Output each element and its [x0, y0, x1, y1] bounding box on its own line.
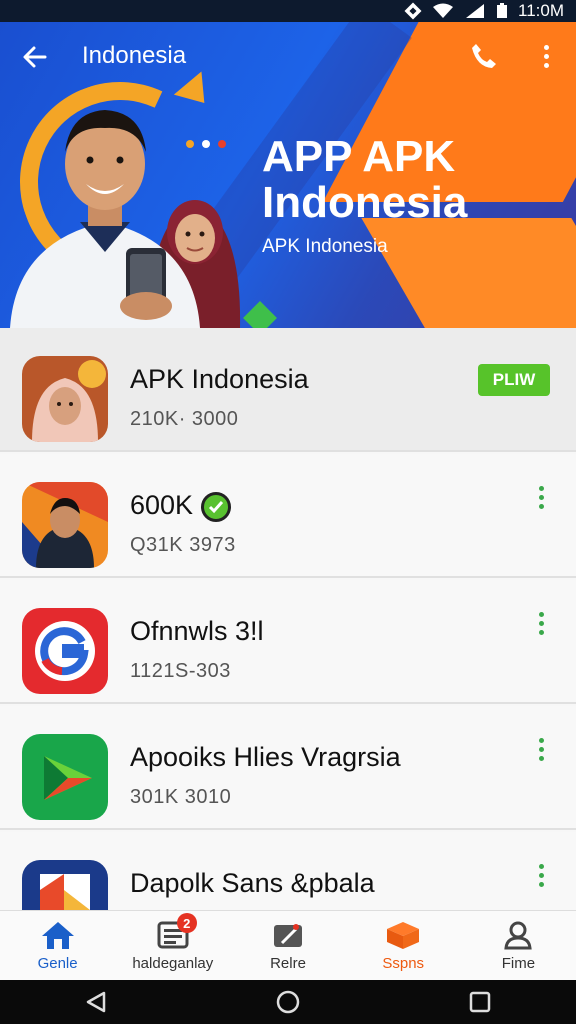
list-item[interactable]: Ofnnwls 3!l 1121S-303: [0, 580, 576, 704]
phone-icon: [472, 44, 496, 68]
list-item[interactable]: APK Indonesia 210K· 3000 PLIW: [0, 328, 576, 452]
promo-subtitle: APK Indonesia: [262, 236, 388, 257]
status-bar: 11:0M: [0, 0, 576, 22]
nav-item-box[interactable]: Sspns: [346, 911, 461, 980]
bottom-navigation: Genle 2 haldeganlay Relre Sspns Fime: [0, 910, 576, 980]
nav-label: Genle: [37, 955, 78, 972]
signal-icon: [464, 3, 486, 19]
battery-icon: [496, 3, 508, 19]
app-name: 600K: [130, 490, 232, 522]
nav-item-profile[interactable]: Fime: [461, 911, 576, 980]
triangle-back-icon: [86, 991, 106, 1013]
app-name: Apooiks Hlies Vragrsia: [130, 742, 401, 772]
man-illustration: [10, 110, 200, 328]
app-screen: 11:0M Indonesia APP APK Indonesia APK In…: [0, 0, 576, 1024]
banner-decoration: [361, 218, 576, 328]
app-list[interactable]: APK Indonesia 210K· 3000 PLIW 600K Q31K …: [0, 328, 576, 910]
app-meta: 301K 3010: [130, 786, 232, 808]
circle-home-icon: [276, 990, 300, 1014]
more-options-button[interactable]: [530, 734, 552, 764]
app-name: APK Indonesia: [130, 364, 309, 394]
app-name: Dapolk Sans &pbala: [130, 868, 375, 898]
nav-item-edit[interactable]: Relre: [230, 911, 345, 980]
nav-label: Fime: [501, 955, 536, 972]
app-icon: [22, 356, 108, 442]
app-icon: [22, 482, 108, 568]
app-icon: [22, 860, 108, 910]
edit-icon: [270, 919, 306, 951]
nav-label: Sspns: [382, 955, 425, 972]
box-icon: [385, 919, 421, 951]
news-icon: 2: [155, 913, 197, 951]
home-icon: [40, 919, 76, 951]
overflow-menu-button[interactable]: [532, 38, 560, 74]
app-icon: [22, 608, 108, 694]
call-button[interactable]: [466, 38, 502, 74]
nav-item-news[interactable]: 2 haldeganlay: [115, 911, 230, 980]
wifi-icon: [432, 3, 454, 19]
notification-badge: 2: [176, 913, 197, 933]
app-name: Ofnnwls 3!l: [130, 616, 264, 646]
nav-label: haldeganlay: [132, 955, 214, 972]
system-navigation-bar: [0, 980, 576, 1024]
app-meta: 1121S-303: [130, 660, 231, 682]
promo-title: APP APK Indonesia: [262, 132, 468, 227]
person-icon: [500, 919, 536, 951]
list-item[interactable]: 600K Q31K 3973: [0, 454, 576, 578]
system-home-button[interactable]: [266, 984, 310, 1020]
verified-icon: [201, 491, 232, 522]
status-time: 11:0M: [518, 1, 564, 20]
more-options-button[interactable]: [530, 482, 552, 512]
more-options-button[interactable]: [530, 608, 552, 638]
back-button[interactable]: [18, 40, 52, 74]
square-recents-icon: [469, 991, 491, 1013]
app-meta: Q31K 3973: [130, 534, 236, 556]
nav-item-home[interactable]: Genle: [0, 911, 115, 980]
system-back-button[interactable]: [74, 984, 118, 1020]
nfc-icon: [404, 2, 422, 20]
list-item[interactable]: Dapolk Sans &pbala: [0, 832, 576, 910]
system-recents-button[interactable]: [458, 984, 502, 1020]
more-options-button[interactable]: [530, 860, 552, 890]
page-title: Indonesia: [82, 42, 187, 69]
promo-header: Indonesia APP APK Indonesia APK Indonesi…: [0, 22, 576, 328]
list-item[interactable]: Apooiks Hlies Vragrsia 301K 3010: [0, 706, 576, 830]
install-button[interactable]: PLIW: [478, 364, 550, 396]
app-meta: 210K· 3000: [130, 408, 239, 430]
arrow-left-icon: [23, 46, 47, 68]
nav-label: Relre: [270, 955, 306, 972]
app-icon: [22, 734, 108, 820]
app-name-text: 600K: [130, 490, 194, 520]
